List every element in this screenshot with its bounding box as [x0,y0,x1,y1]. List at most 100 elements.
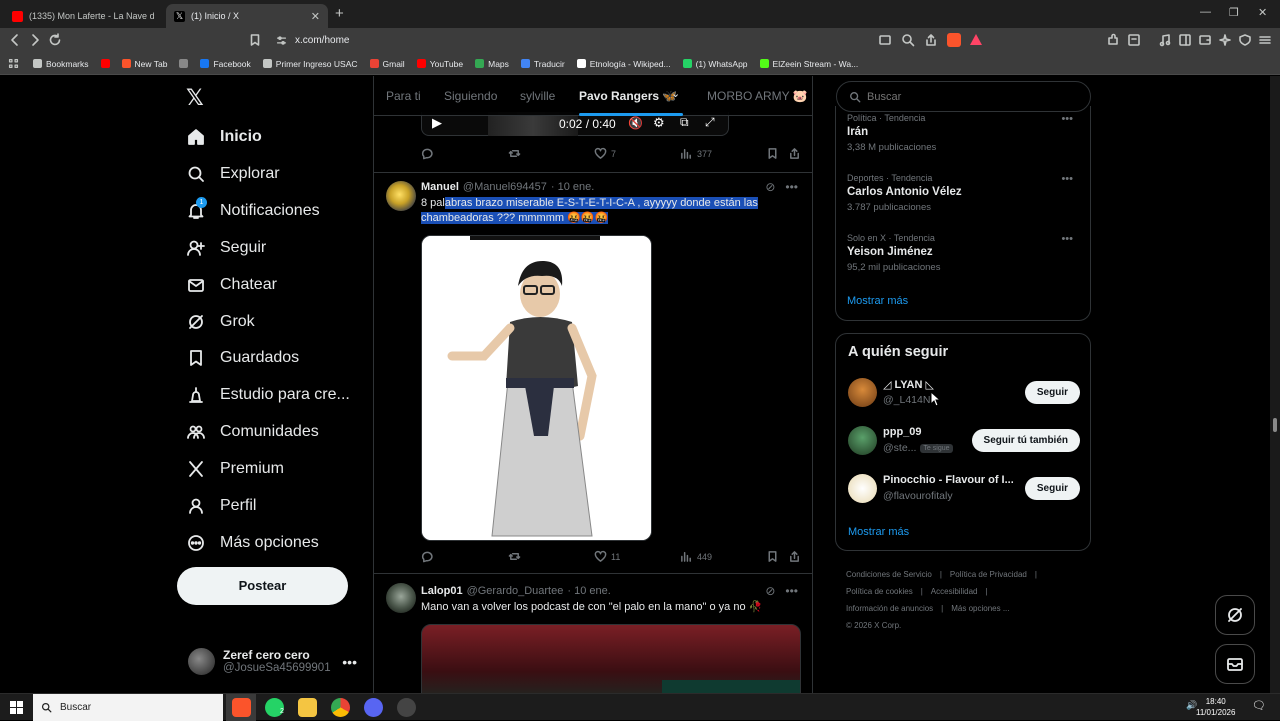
sidebar-item-notificaciones[interactable]: 1 Notificaciones [186,196,320,221]
footer-link[interactable]: Condiciones de Servicio [846,570,932,579]
author-name[interactable]: Manuel [421,181,459,193]
tweet-image[interactable] [421,235,652,541]
chevron-down-icon[interactable]: ⌄ [671,87,680,100]
bookmark-item[interactable]: Primer Ingreso USAC [262,59,358,69]
sidebar-item-grok[interactable]: Grok [186,312,255,332]
bookmark-item[interactable]: Traducir [520,59,565,69]
avatar[interactable] [386,181,416,211]
more-icon[interactable]: ••• [1061,173,1073,185]
account-switcher[interactable]: Zeref cero cero @JosueSa45699901 ••• [188,644,363,678]
tweet-date[interactable]: · 10 ene. [551,181,594,193]
play-icon[interactable]: ▶ [432,115,442,131]
footer-link[interactable]: Accesibilidad [931,587,978,596]
footer-link[interactable]: Información de anuncios [846,604,933,613]
more-icon[interactable]: ••• [342,654,357,670]
more-icon[interactable]: ••• [785,180,798,194]
show-more-trends-link[interactable]: Mostrar más [847,295,908,307]
more-icon[interactable]: ••• [1061,233,1073,245]
sidebar-item-explorar[interactable]: Explorar [186,164,280,184]
grok-icon[interactable]: ⊘ [765,584,775,598]
retweet-button[interactable] [508,550,521,563]
cast-icon[interactable] [878,33,892,47]
sidebar-item-más-opciones[interactable]: Más opciones [186,533,319,553]
follow-suggestion[interactable]: ppp_09 @ste... Te sigue Seguir tú también [848,424,1080,458]
discord-app-icon[interactable] [364,698,383,717]
fullscreen-icon[interactable]: ⤢ [705,115,715,130]
retweet-button[interactable] [508,147,521,160]
follow-suggestion[interactable]: Pinocchio - Flavour of I... @flavourofita… [848,472,1080,506]
sidebar-item-chatear[interactable]: Chatear [186,275,277,295]
bookmark-item[interactable]: ElZeein Stream - Wa... [759,59,858,69]
messages-button[interactable] [1215,644,1255,684]
suggestion-name[interactable]: Pinocchio - Flavour of I... [883,474,1013,486]
tab-para-ti[interactable]: Para ti [386,89,421,103]
follow-button[interactable]: Seguir [1024,477,1080,500]
follow-button[interactable]: Seguir tú también [971,429,1080,452]
wallet-icon[interactable] [1198,33,1212,47]
views-button[interactable]: 449 [680,550,712,563]
bookmark-item[interactable]: (1) WhatsApp [682,59,748,69]
sidebar-item-estudio-para-cre[interactable]: Estudio para cre... [186,385,350,405]
search-input[interactable] [867,90,1067,103]
show-more-follow-link[interactable]: Mostrar más [848,526,909,538]
bookmark-item[interactable]: Maps [475,59,509,69]
notifications-icon[interactable]: 🗨 [1252,699,1266,712]
more-icon[interactable]: ••• [785,584,798,598]
site-settings-icon[interactable] [276,35,287,46]
apps-grid-icon[interactable] [8,58,19,69]
sidebar-item-comunidades[interactable]: Comunidades [186,422,319,442]
tab-sylville[interactable]: sylville [520,89,555,103]
new-tab-icon[interactable]: + [335,5,344,22]
taskbar-clock[interactable]: 18:40 11/01/2026 [1196,696,1235,718]
file-explorer-icon[interactable] [298,698,317,717]
like-button[interactable]: 11 [594,550,620,563]
sidebar-item-guardados[interactable]: Guardados [186,348,299,368]
follow-suggestion[interactable]: ◿ LYAN ◺ @_L414N Seguir [848,376,1080,410]
tab-siguiendo[interactable]: Siguiendo [444,89,497,103]
suggestion-name[interactable]: ppp_09 [883,426,922,438]
back-icon[interactable] [8,33,22,47]
forward-icon[interactable] [28,33,42,47]
x-logo-icon[interactable]: 𝕏 [186,85,204,111]
suggestion-name[interactable]: ◿ LYAN ◺ [883,378,934,391]
tab-youtube[interactable]: (1335) Mon Laferte - La Nave del Olv [4,4,162,28]
bookmark-item[interactable] [100,59,110,68]
trend-item[interactable]: Solo en X · Tendencia Yeison Jiménez 95,2 … [847,233,1079,273]
author-handle[interactable]: @Manuel694457 [463,181,547,193]
brave-rewards-icon[interactable] [970,34,982,45]
share-button[interactable] [788,550,801,563]
bookmark-item[interactable] [179,59,189,68]
share-icon[interactable] [924,33,938,47]
media-icon[interactable] [1158,33,1172,47]
bookmark-item[interactable]: Etnología - Wikiped... [576,59,671,69]
bookmark-button[interactable] [766,550,779,563]
bookmark-button[interactable] [766,147,779,160]
reply-button[interactable] [421,147,434,160]
views-button[interactable]: 377 [680,147,712,160]
settings-gear-icon[interactable]: ⚙ [653,115,665,131]
sidebar-item-perfil[interactable]: Perfil [186,496,256,516]
trend-item[interactable]: Deportes · Tendencia Carlos Antonio Vélez… [847,173,1079,213]
tweet[interactable]: Manuel @Manuel694457 · 10 ene. ⊘ ••• 8 p… [374,173,812,574]
extension-icon[interactable] [1127,33,1141,47]
extensions-icon[interactable] [1106,33,1120,47]
like-button[interactable]: 7 [594,147,616,160]
post-button[interactable]: Postear [177,567,348,605]
sidebar-item-seguir[interactable]: Seguir [186,238,266,258]
zoom-icon[interactable] [901,33,915,47]
vpn-shield-icon[interactable] [1238,33,1252,47]
share-button[interactable] [788,147,801,160]
taskbar-search[interactable]: Buscar [33,694,223,721]
tweet[interactable]: Lalop01 @Gerardo_Duartee · 10 ene. ⊘ •••… [374,574,812,693]
reload-icon[interactable] [48,33,62,47]
grok-icon[interactable]: ⊘ [765,180,775,194]
avatar[interactable] [386,583,416,613]
search-box[interactable] [836,81,1091,112]
follow-button[interactable]: Seguir [1024,381,1080,404]
leo-ai-icon[interactable] [1218,33,1232,47]
chrome-app-icon[interactable] [331,698,350,717]
close-window-icon[interactable]: ✕ [1258,6,1267,19]
footer-link[interactable]: © 2026 X Corp. [846,621,901,630]
author-name[interactable]: Lalop01 [421,585,463,597]
mute-icon[interactable]: 🔇 [628,116,643,130]
